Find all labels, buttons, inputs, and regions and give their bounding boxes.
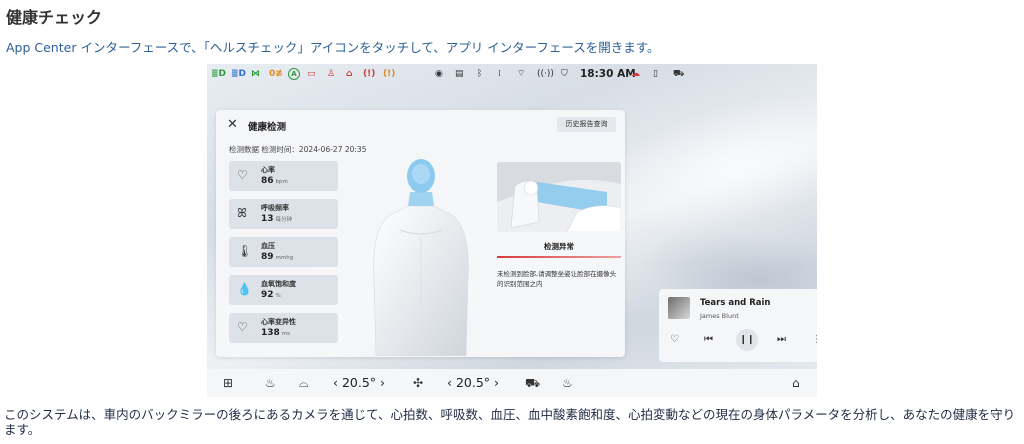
panel-title: 健康检测: [248, 122, 287, 133]
metric-value: 89 mmhg: [261, 252, 294, 262]
signal-icon: ⁞: [498, 69, 501, 79]
camera-detection-image: [497, 162, 621, 232]
passenger-seat-heating-icon[interactable]: ♨: [562, 376, 573, 390]
metric-value: 86 bpm: [261, 176, 288, 186]
music-widget[interactable]: Tears and Rain James Blunt ♡ ⏮ ❙❙ ⏭ ⋮: [659, 289, 817, 362]
side-lights-icon: ⋈: [251, 69, 260, 79]
doc-intro: App Center インターフェースで、「ヘルスチェック」アイコンをタッチして…: [6, 40, 660, 55]
metric-name: 呼吸频率: [261, 204, 289, 212]
heart-rate-icon: ♡: [237, 168, 248, 182]
clock: 18:30 AM: [580, 68, 636, 80]
metric-value: 92%: [261, 290, 281, 300]
result-description: 未检测到脸部,请调整坐姿让脸部在摄像头的识别范围之内: [497, 270, 617, 288]
profile-icon[interactable]: ◉: [435, 69, 443, 80]
detection-time: 检测时间：2024-06-27 20:35: [261, 145, 367, 154]
metric-value: 138 ms: [261, 328, 291, 338]
auto-hold-icon: A: [288, 68, 300, 80]
metric-card[interactable]: ꕤ 呼吸频率 13 每分钟: [229, 199, 338, 229]
doc-body: このシステムは、車内のバックミラーの後ろにあるカメラを通じて、心拍数、呼吸数、血…: [4, 407, 1016, 437]
metric-card[interactable]: 🌡 血压 89 mmhg: [229, 237, 338, 267]
next-track-icon[interactable]: ⏭: [777, 334, 786, 346]
artist-name: James Blunt: [700, 312, 739, 320]
defrost-front-icon[interactable]: ⌓: [299, 376, 309, 390]
close-icon[interactable]: ✕: [227, 117, 238, 132]
song-title: Tears and Rain: [700, 298, 771, 308]
metric-name: 血压: [261, 242, 275, 250]
camera-icon[interactable]: ▤: [455, 69, 464, 80]
result-alert-bar: [497, 256, 621, 258]
home-icon[interactable]: ⌂: [792, 376, 800, 390]
thermometer-icon: 🌡: [237, 244, 253, 258]
heart-pulse-icon: ♡: [237, 320, 248, 334]
pause-button[interactable]: ❙❙: [736, 329, 758, 351]
phone-icon[interactable]: ▯: [653, 69, 658, 80]
high-beam-icon: ≣D: [211, 69, 227, 79]
more-icon[interactable]: ⋮: [812, 334, 817, 346]
result-title: 检测异常: [544, 242, 574, 251]
metric-name: 血氧饱和度: [261, 280, 296, 288]
passenger-temperature[interactable]: ‹ 20.5° ›: [447, 375, 499, 390]
low-beam-icon: ≣D: [231, 69, 247, 79]
bluetooth-icon[interactable]: ᛒ: [477, 69, 482, 80]
app-grid-icon[interactable]: ⊞: [223, 376, 233, 390]
history-report-button[interactable]: 历史报告查询: [557, 117, 616, 132]
detection-label: 检测数据: [229, 145, 259, 154]
detection-subtitle: 检测数据 检测时间：2024-06-27 20:35: [229, 144, 366, 155]
air-circulation-icon[interactable]: ⛟: [525, 376, 540, 390]
seatbelt-warning-icon: ♙: [327, 69, 336, 79]
metric-value: 13 每分钟: [261, 214, 293, 224]
doc-title: 健康チェック: [6, 8, 103, 27]
body-scan-figure: [373, 159, 469, 356]
health-check-panel: ✕ 健康检测 历史报告查询 检测数据 检测时间：2024-06-27 20:35…: [216, 110, 625, 357]
brake-warning-icon: (!): [363, 69, 376, 79]
metric-card[interactable]: ♡ 心率 86 bpm: [229, 161, 338, 191]
favorite-icon[interactable]: ♡: [670, 334, 679, 346]
bottom-dock: ⊞ ♨ ⌓ ‹ 20.5° › ✣ ‹ 20.5° › ⛟ ♨ ⌂: [207, 369, 817, 397]
wifi-icon[interactable]: ⌔: [517, 69, 525, 80]
cloud-icon[interactable]: ☁: [631, 69, 640, 80]
car-screen: ≣D ≣D ⋈ 0≢ A ▭ ♙ ⌂ (!) (!) ◉ ▤ ᛒ ⁞ ⌔ ((·…: [207, 64, 817, 397]
driver-temperature[interactable]: ‹ 20.5° ›: [333, 375, 385, 390]
blood-drop-icon: 💧: [237, 282, 252, 296]
album-art[interactable]: [668, 297, 690, 319]
fan-icon[interactable]: ✣: [413, 376, 423, 390]
status-bar: ≣D ≣D ⋈ 0≢ A ▭ ♙ ⌂ (!) (!) ◉ ▤ ᛒ ⁞ ⌔ ((·…: [207, 64, 817, 86]
fog-light-icon: 0≢: [269, 69, 283, 79]
car-icon[interactable]: ⛟: [673, 69, 684, 80]
door-open-icon: ⌂: [346, 69, 353, 79]
security-icon[interactable]: ⛉: [561, 69, 568, 80]
seat-heating-icon[interactable]: ♨: [265, 376, 276, 390]
previous-track-icon[interactable]: ⏮: [704, 334, 713, 346]
metric-card[interactable]: 💧 血氧饱和度 92%: [229, 275, 338, 305]
metric-name: 心率: [261, 166, 275, 174]
metric-name: 心率变异性: [261, 318, 296, 326]
battery-warning-icon: ▭: [307, 69, 316, 79]
hotspot-icon[interactable]: ((·)): [537, 69, 554, 80]
lungs-icon: ꕤ: [237, 206, 247, 220]
tire-pressure-icon: (!): [383, 69, 396, 79]
metric-card[interactable]: ♡ 心率变异性 138 ms: [229, 313, 338, 343]
